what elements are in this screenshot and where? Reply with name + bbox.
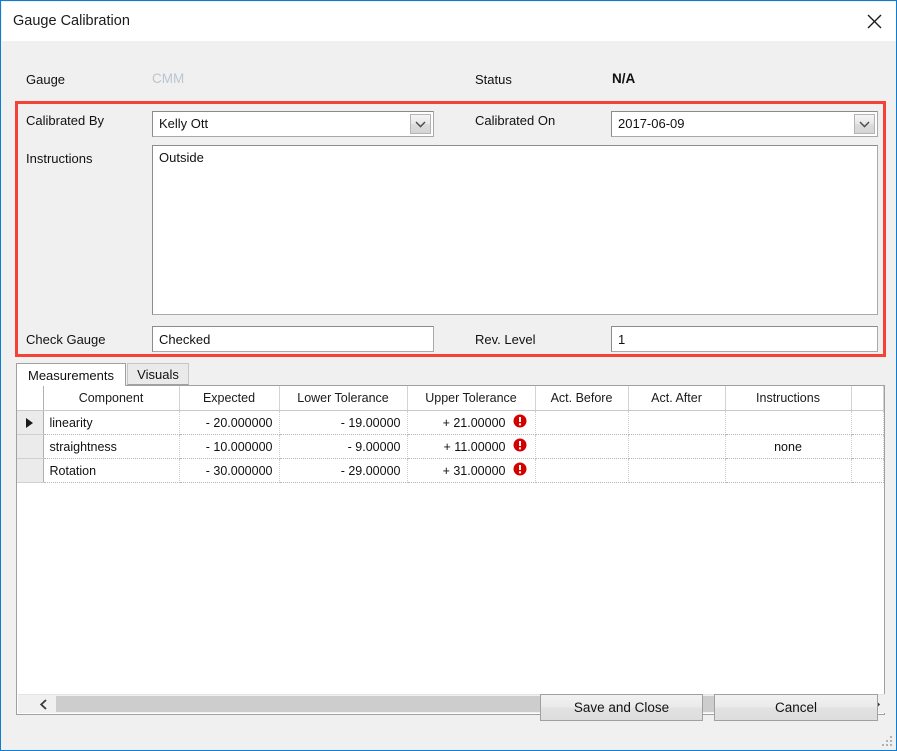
check-gauge-input[interactable] (152, 326, 434, 352)
cell-act-after[interactable] (628, 458, 726, 483)
cell-upper-tolerance-value: + 21.00000 (442, 415, 506, 430)
cell-upper-tolerance[interactable]: + 31.00000 (407, 458, 536, 483)
status-value: N/A (612, 71, 636, 86)
cell-component[interactable]: linearity (43, 410, 180, 435)
cell-upper-tolerance-value: + 11.00000 (443, 439, 506, 454)
cell-act-after[interactable] (628, 410, 726, 435)
cell-expected[interactable]: - 20.000000 (179, 410, 280, 435)
tab-visuals[interactable]: Visuals (127, 363, 189, 385)
check-gauge-label: Check Gauge (26, 332, 106, 347)
cell-component[interactable]: Rotation (43, 458, 180, 483)
cell-upper-tolerance[interactable]: + 11.00000 (407, 434, 536, 459)
col-expected[interactable]: Expected (179, 386, 280, 411)
close-icon (867, 14, 882, 29)
cancel-label: Cancel (774, 700, 818, 715)
measurements-grid: Component Expected Lower Tolerance Upper… (16, 385, 885, 715)
row-selector[interactable] (17, 434, 44, 459)
cancel-button[interactable]: Cancel (714, 694, 878, 721)
cell-instructions[interactable]: none (725, 434, 852, 459)
col-act-before[interactable]: Act. Before (535, 386, 629, 411)
cell-instructions[interactable] (725, 410, 852, 435)
chevron-left-icon[interactable] (34, 695, 52, 713)
row-selector[interactable] (17, 458, 44, 483)
tab-strip: Measurements Visuals (16, 363, 885, 386)
cell-act-after[interactable] (628, 434, 726, 459)
col-filler (851, 386, 884, 411)
save-and-close-label: Save and Close (573, 700, 670, 715)
col-upper-tolerance[interactable]: Upper Tolerance (407, 386, 536, 411)
cell-lower-tolerance[interactable]: - 9.00000 (279, 434, 408, 459)
cell-filler (851, 434, 884, 459)
calibrated-on-datepicker[interactable]: 2017-06-09 (611, 111, 878, 137)
table-row[interactable]: Rotation - 30.000000 - 29.00000 + 31.000… (17, 458, 884, 483)
gauge-label: Gauge (26, 72, 66, 87)
cell-expected[interactable]: - 30.000000 (179, 458, 280, 483)
title-bar: Gauge Calibration (2, 2, 896, 41)
window-title: Gauge Calibration (13, 13, 130, 29)
table-row[interactable]: straightness - 10.000000 - 9.00000 + 11.… (17, 434, 884, 459)
cell-instructions[interactable] (725, 458, 852, 483)
cell-lower-tolerance[interactable]: - 29.00000 (279, 458, 408, 483)
tab-measurements[interactable]: Measurements (16, 363, 126, 386)
save-and-close-button[interactable]: Save and Close (540, 694, 703, 721)
cell-filler (851, 458, 884, 483)
rev-level-label: Rev. Level (475, 332, 536, 347)
row-selector-current[interactable] (17, 410, 44, 435)
close-button[interactable] (851, 2, 896, 40)
cell-act-before[interactable] (535, 410, 629, 435)
col-act-after[interactable]: Act. After (628, 386, 726, 411)
resize-grip-icon[interactable] (881, 735, 894, 748)
status-label: Status (475, 72, 512, 87)
calibrated-on-label: Calibrated On (475, 113, 556, 128)
col-instructions[interactable]: Instructions (725, 386, 852, 411)
cell-act-before[interactable] (535, 458, 629, 483)
cell-lower-tolerance[interactable]: - 19.00000 (279, 410, 408, 435)
cell-expected[interactable]: - 10.000000 (179, 434, 280, 459)
table-header-row: Component Expected Lower Tolerance Upper… (17, 386, 884, 411)
col-lower-tolerance[interactable]: Lower Tolerance (279, 386, 408, 411)
dialog-body: Gauge CMM Status N/A Calibrated By Kelly… (2, 41, 896, 750)
table-row[interactable]: linearity - 20.000000 - 19.00000 + 21.00… (17, 410, 884, 435)
instructions-label: Instructions (26, 151, 93, 166)
gauge-value: CMM (152, 71, 185, 86)
calibrated-by-combobox[interactable]: Kelly Ott (152, 111, 434, 137)
cell-filler (851, 410, 884, 435)
cell-upper-tolerance[interactable]: + 21.00000 (407, 410, 536, 435)
measurements-table: Component Expected Lower Tolerance Upper… (17, 386, 884, 483)
chevron-down-icon[interactable] (854, 114, 875, 134)
chevron-down-icon[interactable] (410, 114, 431, 134)
calibrated-on-value: 2017-06-09 (618, 116, 685, 131)
instructions-textarea[interactable] (152, 145, 878, 315)
gauge-calibration-window: Gauge Calibration Gauge CMM Status N/A C… (0, 0, 897, 751)
tab-measurements-label: Measurements (28, 367, 114, 383)
calibrated-by-label: Calibrated By (26, 113, 105, 128)
error-icon[interactable] (513, 462, 527, 479)
row-selector-header (17, 386, 44, 411)
current-row-triangle-icon (26, 418, 34, 429)
cell-component[interactable]: straightness (43, 434, 180, 459)
col-component[interactable]: Component (43, 386, 180, 411)
cell-upper-tolerance-value: + 31.00000 (442, 463, 506, 478)
error-icon[interactable] (513, 414, 527, 431)
calibrated-by-value: Kelly Ott (159, 116, 209, 131)
error-icon[interactable] (513, 438, 527, 455)
tab-visuals-label: Visuals (137, 366, 179, 382)
cell-act-before[interactable] (535, 434, 629, 459)
rev-level-input[interactable] (611, 326, 878, 352)
